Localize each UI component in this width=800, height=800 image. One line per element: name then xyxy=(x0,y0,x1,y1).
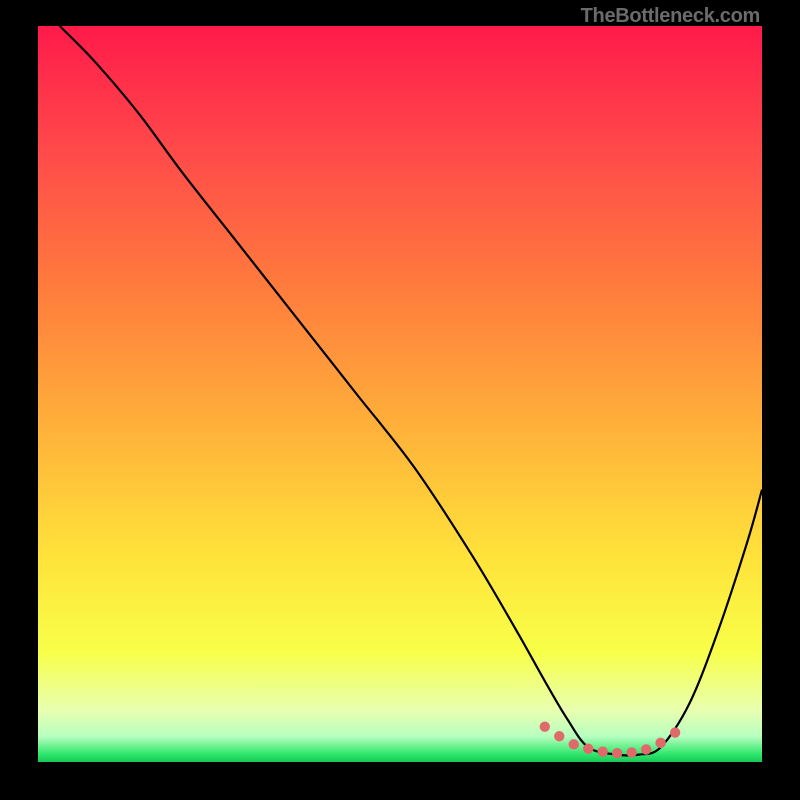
marker-dot xyxy=(626,747,636,757)
marker-dot xyxy=(670,727,680,737)
marker-dot xyxy=(540,721,550,731)
marker-dot xyxy=(598,746,608,756)
marker-dot xyxy=(612,748,622,758)
marker-dot xyxy=(655,738,665,748)
marker-dot xyxy=(554,731,564,741)
watermark-text: TheBottleneck.com xyxy=(581,5,760,28)
marker-dot xyxy=(569,739,579,749)
bottleneck-curve xyxy=(60,26,762,756)
curve-layer xyxy=(38,26,762,762)
marker-dot xyxy=(641,744,651,754)
plot-area xyxy=(38,26,762,762)
chart-container: TheBottleneck.com xyxy=(0,0,800,800)
marker-dot xyxy=(583,744,593,754)
